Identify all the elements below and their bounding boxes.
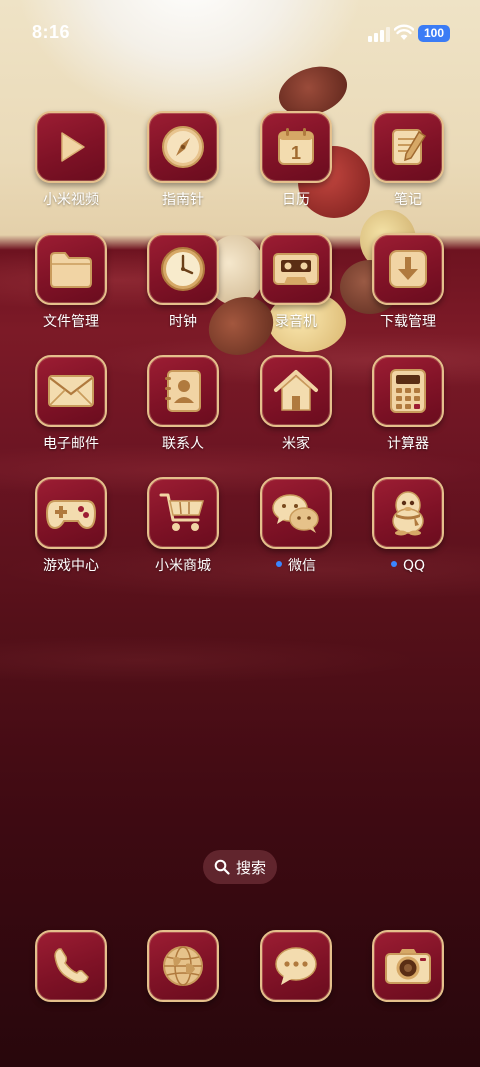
battery-icon: 100 — [418, 25, 450, 42]
app-file-manager[interactable]: 文件管理 — [16, 233, 126, 330]
calendar-icon: 1 — [278, 128, 314, 165]
app-mi-store[interactable]: 小米商城 — [128, 477, 238, 574]
app-contacts[interactable]: 联系人 — [128, 355, 238, 452]
signal-icon — [368, 26, 390, 42]
app-xiaomi-video[interactable]: 小米视频 — [16, 111, 126, 208]
app-label: 时钟 — [169, 314, 197, 330]
app-qq[interactable]: QQ — [353, 477, 463, 574]
gamepad-icon — [45, 500, 97, 530]
status-bar: 8:16 100 — [0, 0, 480, 68]
video-play-icon — [61, 132, 85, 162]
home-icon — [274, 370, 318, 411]
svg-text:1: 1 — [291, 143, 301, 163]
cassette-icon — [273, 253, 319, 285]
app-label: 米家 — [282, 436, 310, 452]
app-label: 指南针 — [162, 192, 204, 208]
search-button[interactable]: 搜索 — [203, 850, 277, 884]
app-label: 电子邮件 — [43, 436, 99, 452]
notification-dot — [390, 561, 397, 567]
app-email[interactable]: 电子邮件 — [16, 355, 126, 452]
mail-icon — [48, 375, 94, 407]
app-wechat[interactable]: 微信 — [241, 477, 351, 574]
contacts-icon — [165, 370, 201, 412]
app-game-center[interactable]: 游戏中心 — [16, 477, 126, 574]
app-label: 游戏中心 — [43, 558, 99, 574]
app-mi-home[interactable]: 米家 — [241, 355, 351, 452]
dock-camera[interactable] — [353, 930, 463, 1002]
compass-icon — [162, 126, 204, 168]
notification-dot — [276, 561, 282, 567]
app-label: 计算器 — [387, 436, 429, 452]
app-label: 笔记 — [394, 192, 422, 208]
app-label: 录音机 — [275, 314, 317, 330]
app-label: 日历 — [282, 192, 310, 208]
download-icon — [389, 250, 427, 288]
app-label: 小米商城 — [155, 558, 211, 574]
search-icon — [214, 859, 230, 875]
app-label: 下载管理 — [380, 314, 436, 330]
messages-icon — [275, 947, 317, 985]
status-time: 8:16 — [32, 22, 71, 42]
wifi-icon — [394, 24, 414, 40]
calculator-icon — [390, 369, 426, 413]
app-compass[interactable]: 指南针 — [128, 111, 238, 208]
app-label: 微信 — [241, 558, 351, 574]
app-clock[interactable]: 时钟 — [128, 233, 238, 330]
app-label: 联系人 — [162, 436, 204, 452]
app-download-manager[interactable]: 下载管理 — [353, 233, 463, 330]
app-calendar[interactable]: 1 日历 — [241, 111, 351, 208]
clock-icon — [161, 247, 205, 291]
app-calculator[interactable]: 计算器 — [353, 355, 463, 452]
notes-icon — [392, 129, 427, 165]
app-recorder[interactable]: 录音机 — [241, 233, 351, 330]
app-notes[interactable]: 笔记 — [353, 111, 463, 208]
shopping-cart-icon — [159, 493, 204, 531]
phone-icon — [54, 948, 89, 984]
search-label: 搜索 — [235, 858, 266, 877]
qq-penguin-icon — [392, 491, 424, 536]
browser-globe-icon — [163, 946, 203, 986]
app-label: 小米视频 — [43, 192, 99, 208]
dock-browser[interactable] — [128, 930, 238, 1002]
folder-icon — [50, 252, 92, 288]
dock-messages[interactable] — [241, 930, 351, 1002]
wechat-icon — [272, 494, 319, 533]
app-label: QQ — [353, 558, 463, 574]
app-label: 文件管理 — [43, 314, 99, 330]
camera-icon — [385, 949, 431, 984]
dock-phone[interactable] — [16, 930, 126, 1002]
